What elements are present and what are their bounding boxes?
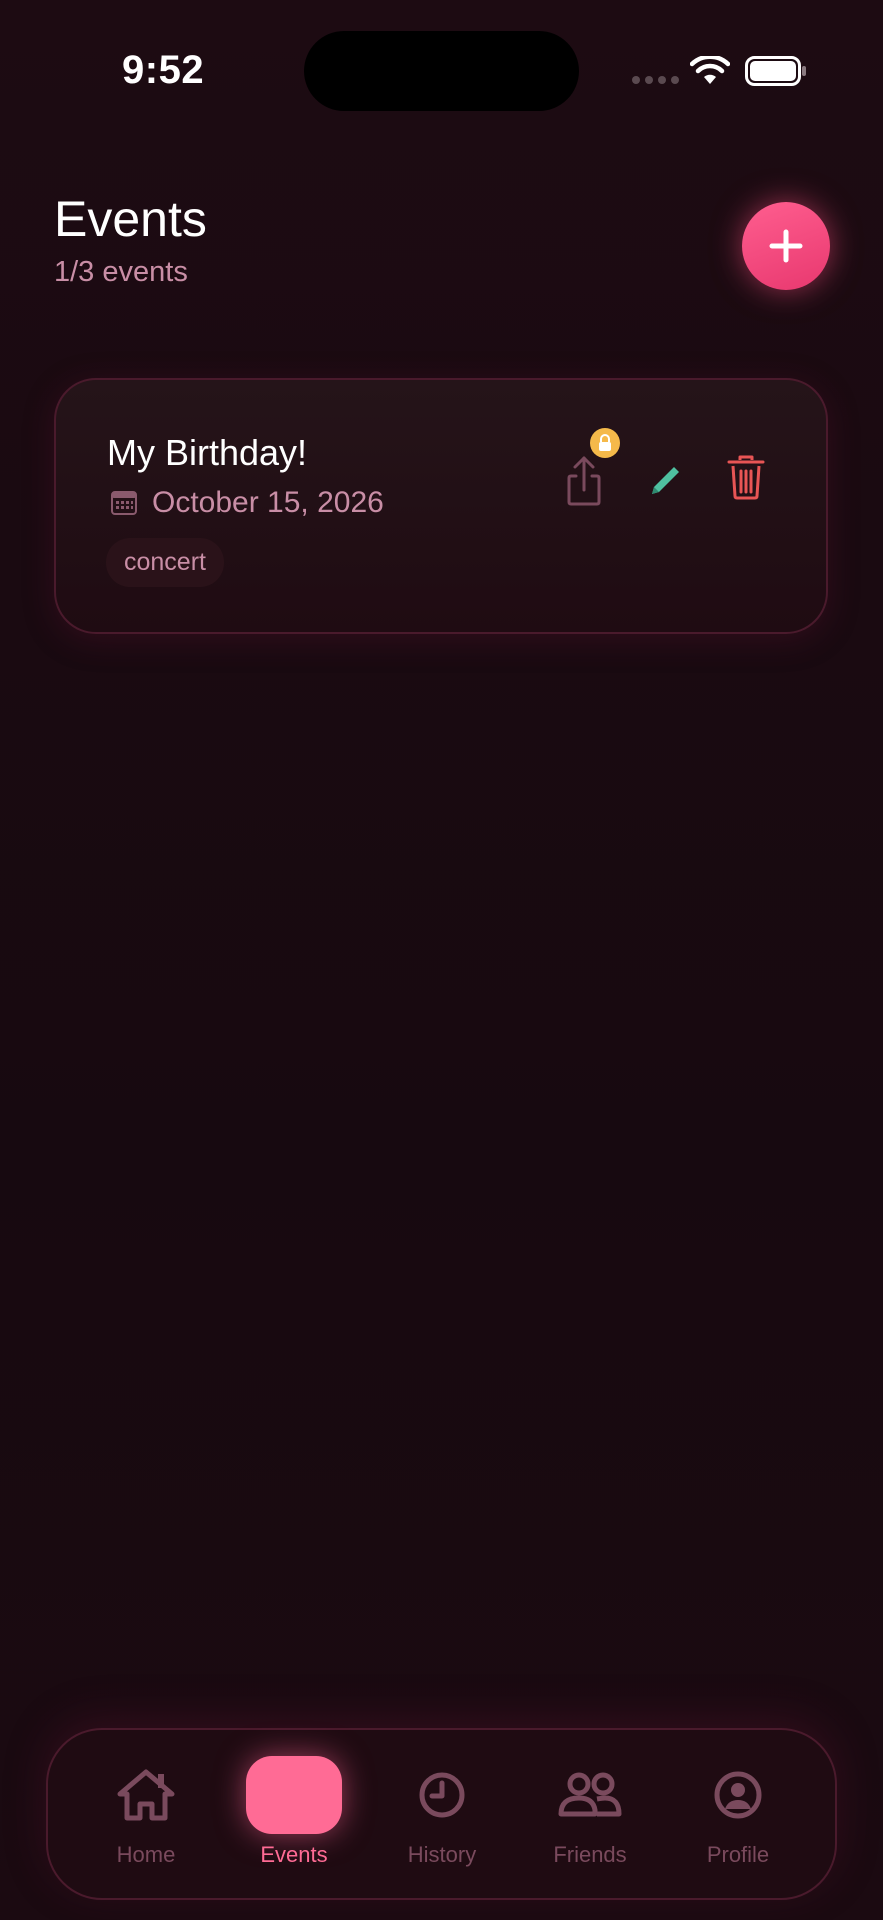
profile-icon bbox=[714, 1771, 762, 1819]
add-event-button[interactable] bbox=[742, 202, 830, 290]
tab-home[interactable]: Home bbox=[72, 1730, 220, 1900]
event-tag: concert bbox=[106, 538, 224, 587]
home-icon bbox=[117, 1769, 175, 1821]
share-event-button[interactable] bbox=[554, 450, 614, 514]
event-date: October 15, 2026 bbox=[152, 486, 384, 519]
edit-event-button[interactable] bbox=[640, 456, 690, 506]
page-title: Events bbox=[54, 191, 207, 247]
event-date-row: October 15, 2026 bbox=[110, 486, 384, 520]
tab-label: Profile bbox=[706, 1842, 770, 1867]
pencil-icon bbox=[652, 467, 679, 494]
bottom-tab-bar: Home Events History Friends Profile bbox=[46, 1728, 837, 1900]
cellular-signal-icon bbox=[632, 76, 679, 84]
tab-label: Events bbox=[260, 1842, 328, 1867]
lock-icon bbox=[590, 428, 620, 458]
friends-icon bbox=[558, 1772, 622, 1817]
delete-event-button[interactable] bbox=[721, 450, 771, 508]
tab-profile[interactable]: Profile bbox=[664, 1730, 812, 1900]
tab-label: Friends bbox=[553, 1842, 627, 1867]
tab-friends[interactable]: Friends bbox=[516, 1730, 664, 1900]
events-screen: 9:52 Events 1/3 events My Birthday! Octo… bbox=[0, 0, 883, 1920]
event-card[interactable]: My Birthday! October 15, 2026 concert bbox=[54, 378, 828, 634]
tab-history[interactable]: History bbox=[368, 1730, 516, 1900]
tab-label: Home bbox=[116, 1842, 176, 1867]
battery-icon bbox=[745, 56, 806, 86]
share-icon bbox=[567, 456, 601, 506]
status-time: 9:52 bbox=[122, 48, 205, 92]
event-name: My Birthday! bbox=[107, 432, 308, 473]
wifi-icon bbox=[690, 56, 730, 84]
plus-icon bbox=[769, 229, 803, 263]
dynamic-island bbox=[304, 31, 579, 111]
event-count: 1/3 events bbox=[54, 256, 188, 288]
tab-events[interactable]: Events bbox=[220, 1730, 368, 1900]
events-icon bbox=[246, 1756, 342, 1834]
calendar-icon bbox=[111, 491, 137, 515]
tab-label: History bbox=[407, 1842, 477, 1867]
clock-icon bbox=[419, 1772, 465, 1818]
trash-icon bbox=[727, 455, 765, 500]
